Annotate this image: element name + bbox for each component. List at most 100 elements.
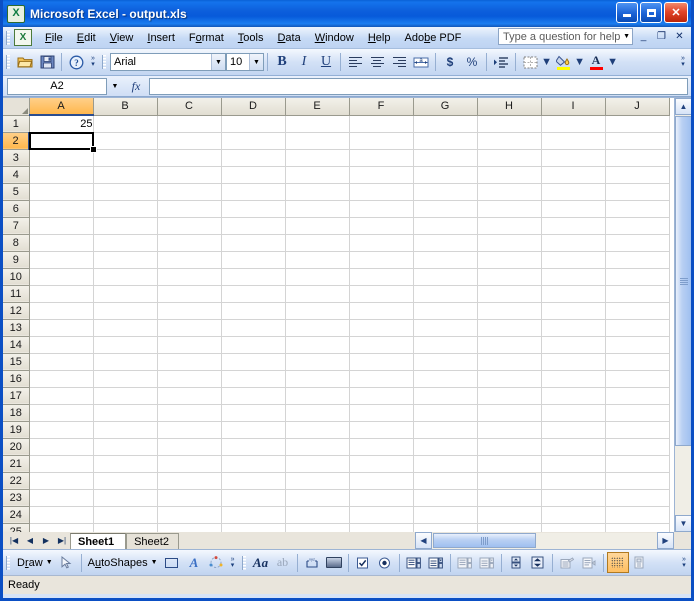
- menu-edit[interactable]: Edit: [70, 30, 103, 46]
- column-header-f[interactable]: F: [349, 98, 414, 116]
- cell-A8[interactable]: [29, 234, 94, 252]
- horizontal-scroll-track[interactable]: [537, 533, 657, 548]
- cell-C10[interactable]: [157, 268, 222, 286]
- cell-C13[interactable]: [157, 319, 222, 337]
- cell-J20[interactable]: [605, 438, 670, 456]
- cell-H25[interactable]: [477, 523, 542, 532]
- cell-A21[interactable]: [29, 455, 94, 473]
- cell-E18[interactable]: [285, 404, 350, 422]
- cell-H19[interactable]: [477, 421, 542, 439]
- cell-I7[interactable]: [541, 217, 606, 235]
- drawing-toolbar-gripper[interactable]: [6, 555, 10, 570]
- cell-C16[interactable]: [157, 370, 222, 388]
- row-header-19[interactable]: 19: [3, 421, 30, 439]
- cell-A13[interactable]: [29, 319, 94, 337]
- cell-H4[interactable]: [477, 166, 542, 184]
- row-header-23[interactable]: 23: [3, 489, 30, 507]
- cell-H14[interactable]: [477, 336, 542, 354]
- open-icon[interactable]: [14, 51, 36, 73]
- cell-B22[interactable]: [93, 472, 158, 490]
- cell-A3[interactable]: [29, 149, 94, 167]
- cell-C21[interactable]: [157, 455, 222, 473]
- cell-E15[interactable]: [285, 353, 350, 371]
- cell-D17[interactable]: [221, 387, 286, 405]
- cell-E6[interactable]: [285, 200, 350, 218]
- cell-F20[interactable]: [349, 438, 414, 456]
- cell-H15[interactable]: [477, 353, 542, 371]
- cell-E25[interactable]: [285, 523, 350, 532]
- row-header-25[interactable]: 25: [3, 523, 30, 532]
- cell-C7[interactable]: [157, 217, 222, 235]
- cell-B18[interactable]: [93, 404, 158, 422]
- cell-D25[interactable]: [221, 523, 286, 532]
- cell-D15[interactable]: [221, 353, 286, 371]
- menu-view[interactable]: View: [103, 30, 141, 46]
- properties-icon[interactable]: [556, 552, 578, 573]
- cell-D6[interactable]: [221, 200, 286, 218]
- cell-A10[interactable]: [29, 268, 94, 286]
- cell-G2[interactable]: [413, 132, 478, 150]
- cell-B16[interactable]: [93, 370, 158, 388]
- cell-I11[interactable]: [541, 285, 606, 303]
- tab-prev-icon[interactable]: ◀: [22, 533, 38, 548]
- text-box-icon[interactable]: xyz: [301, 552, 323, 573]
- cell-I15[interactable]: [541, 353, 606, 371]
- horizontal-scroll-thumb[interactable]: [433, 533, 536, 548]
- cell-F19[interactable]: [349, 421, 414, 439]
- cell-J4[interactable]: [605, 166, 670, 184]
- cell-E9[interactable]: [285, 251, 350, 269]
- horizontal-scrollbar[interactable]: ◀ ▶: [415, 532, 674, 549]
- scroll-left-button[interactable]: ◀: [415, 532, 432, 549]
- cell-B19[interactable]: [93, 421, 158, 439]
- cell-F18[interactable]: [349, 404, 414, 422]
- cell-D21[interactable]: [221, 455, 286, 473]
- cell-I1[interactable]: [541, 115, 606, 133]
- row-header-16[interactable]: 16: [3, 370, 30, 388]
- cell-G14[interactable]: [413, 336, 478, 354]
- close-button[interactable]: ✕: [664, 2, 688, 23]
- cell-D9[interactable]: [221, 251, 286, 269]
- cell-F14[interactable]: [349, 336, 414, 354]
- cell-J24[interactable]: [605, 506, 670, 524]
- forms-toolbar-overflow[interactable]: » ▾: [678, 552, 690, 574]
- cell-F17[interactable]: [349, 387, 414, 405]
- insert-function-icon[interactable]: fx: [123, 79, 149, 94]
- cell-G1[interactable]: [413, 115, 478, 133]
- cell-J22[interactable]: [605, 472, 670, 490]
- cell-E2[interactable]: [285, 132, 350, 150]
- cell-E10[interactable]: [285, 268, 350, 286]
- column-header-a[interactable]: A: [29, 98, 94, 116]
- cell-H11[interactable]: [477, 285, 542, 303]
- cell-H1[interactable]: [477, 115, 542, 133]
- cell-H8[interactable]: [477, 234, 542, 252]
- cell-G6[interactable]: [413, 200, 478, 218]
- cell-J19[interactable]: [605, 421, 670, 439]
- cell-I16[interactable]: [541, 370, 606, 388]
- cell-D16[interactable]: [221, 370, 286, 388]
- cell-C25[interactable]: [157, 523, 222, 532]
- menu-adobe-pdf[interactable]: Adobe PDF: [397, 30, 468, 46]
- cell-B7[interactable]: [93, 217, 158, 235]
- cell-C2[interactable]: [157, 132, 222, 150]
- percent-button[interactable]: %: [461, 51, 483, 73]
- increase-indent-icon[interactable]: [490, 51, 512, 73]
- row-header-7[interactable]: 7: [3, 217, 30, 235]
- cell-B5[interactable]: [93, 183, 158, 201]
- cell-I25[interactable]: [541, 523, 606, 532]
- row-header-22[interactable]: 22: [3, 472, 30, 490]
- cell-H20[interactable]: [477, 438, 542, 456]
- cell-A22[interactable]: [29, 472, 94, 490]
- formula-input[interactable]: [149, 77, 688, 95]
- cell-E19[interactable]: [285, 421, 350, 439]
- row-header-11[interactable]: 11: [3, 285, 30, 303]
- cell-D23[interactable]: [221, 489, 286, 507]
- cell-A1[interactable]: 25: [29, 115, 94, 133]
- cell-I3[interactable]: [541, 149, 606, 167]
- cell-E7[interactable]: [285, 217, 350, 235]
- cell-J18[interactable]: [605, 404, 670, 422]
- cell-J13[interactable]: [605, 319, 670, 337]
- cell-B1[interactable]: [93, 115, 158, 133]
- cell-E13[interactable]: [285, 319, 350, 337]
- cell-E23[interactable]: [285, 489, 350, 507]
- cell-E20[interactable]: [285, 438, 350, 456]
